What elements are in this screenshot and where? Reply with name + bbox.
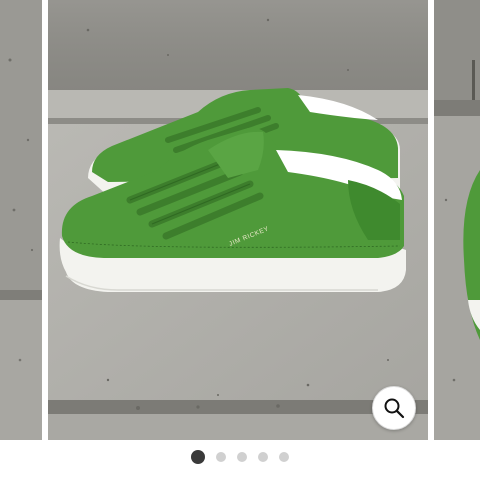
pagination-dot-5[interactable] — [279, 452, 289, 462]
sneaker-product-image[interactable]: JIM RICKEY — [48, 0, 428, 440]
pagination-dot-3[interactable] — [237, 452, 247, 462]
pagination-dot-1[interactable] — [191, 450, 205, 464]
carousel-pagination — [0, 448, 480, 466]
next-slide-image[interactable] — [434, 0, 480, 440]
previous-slide-image[interactable] — [0, 0, 42, 440]
pagination-dot-4[interactable] — [258, 452, 268, 462]
pagination-dot-2[interactable] — [216, 452, 226, 462]
zoom-button[interactable] — [372, 386, 416, 430]
search-icon — [384, 398, 405, 419]
product-image-carousel[interactable]: JIM RICKEY — [0, 0, 480, 440]
